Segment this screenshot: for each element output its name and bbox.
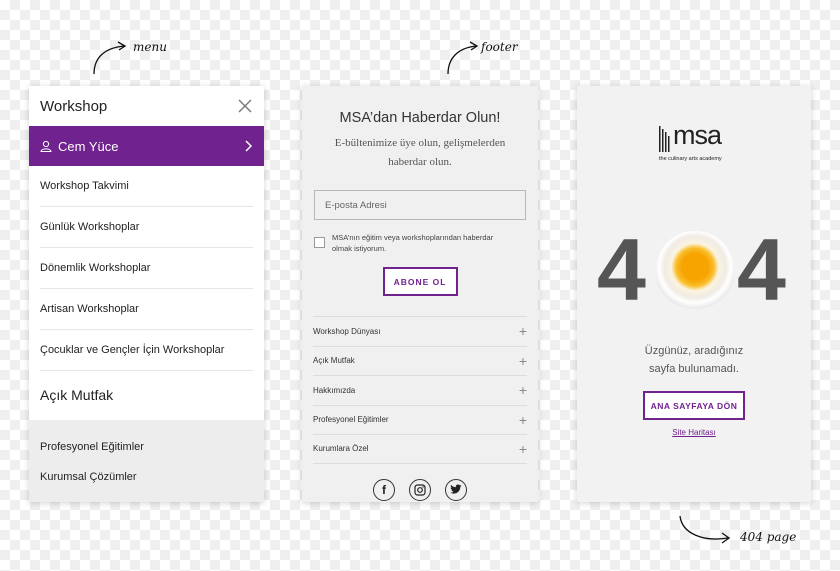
user-icon [40,140,52,152]
accordion-item-kurumlara-ozel[interactable]: Kurumlara Özel + [313,434,527,464]
menu-item-donemlik-workshoplar[interactable]: Dönemlik Workshoplar [40,248,253,289]
accordion-label: Kurumlara Özel [313,444,369,454]
menu-item-artisan-workshoplar[interactable]: Artisan Workshoplar [40,289,253,330]
menu-item-gunluk-workshoplar[interactable]: Günlük Workshoplar [40,207,253,248]
logo-tagline: the culinary arts academy [659,156,722,162]
page-404-panel: msa the culinary arts academy 4 4 Üzgünü… [577,86,811,502]
consent-row: MSA’nın eğitim veya workshoplarından hab… [314,232,538,254]
404-annotation: 404 page [740,530,797,544]
plus-icon: + [518,411,527,428]
error-message: Üzgünüz, aradığınız sayfa bulunamadı. [644,345,744,375]
footer-panel: MSA’dan Haberdar Olun! E-bültenimize üye… [302,86,538,502]
accordion-label: Workshop Dünyası [313,326,381,336]
footer-accordion: Workshop Dünyası + Açık Mutfak + Hakkımı… [313,316,527,464]
accordion-item-profesyonel-egitimler[interactable]: Profesyonel Eğitimler + [313,404,527,435]
menu-item-cocuklar-ve-gencler[interactable]: Çocuklar ve Gençler İçin Workshoplar [40,330,253,371]
plus-icon: + [518,352,527,369]
menu-header: Workshop [29,86,264,126]
logo-wordmark: msa [673,120,722,150]
accordion-label: Hakkımızda [313,385,356,395]
menu-item-workshop-takvimi[interactable]: Workshop Takvimi [40,166,253,207]
accordion-label: Açık Mutfak [313,356,355,366]
consent-checkbox[interactable] [314,237,325,248]
email-field[interactable] [314,190,526,220]
footer-annotation: footer [481,40,518,54]
menu-item-kurumsal-cozumler[interactable]: Kurumsal Çözümler [40,462,253,492]
accordion-item-acik-mutfak[interactable]: Açık Mutfak + [313,345,527,376]
error-digit-right: 4 [737,220,786,319]
menu-item-profesyonel-egitimler[interactable]: Profesyonel Eğitimler [40,432,253,462]
egg-zero-image [655,231,735,311]
twitter-glyph [450,484,462,494]
consent-label: MSA’nın eğitim veya workshoplarından hab… [332,233,494,253]
chevron-right-icon [245,140,253,152]
404-arrow-icon [679,515,731,544]
plus-icon: + [518,440,527,457]
newsletter-description: E-bültenimize üye olun, gelişmelerden ha… [334,137,506,168]
menu-title: Workshop [40,97,108,115]
home-button[interactable]: ANA SAYFAYA DÖN [643,391,745,420]
accordion-label: Profesyonel Eğitimler [313,415,389,425]
sitemap-link[interactable]: Site Haritası [577,428,811,437]
accordion-item-workshop-dunyasi[interactable]: Workshop Dünyası + [313,316,527,346]
newsletter-title: MSA’dan Haberdar Olun! [339,110,501,126]
close-icon[interactable] [237,98,253,114]
facebook-glyph: f [382,482,386,497]
user-name: Cem Yüce [58,138,119,154]
instagram-icon[interactable] [409,478,431,501]
twitter-icon[interactable] [445,478,467,501]
menu-list: Workshop Takvimi Günlük Workshoplar Döne… [29,166,264,419]
menu-arrow-icon [93,41,127,75]
error-digit-left: 4 [597,220,646,319]
menu-bottom-section: Profesyonel Eğitimler Kurumsal Çözümler [29,420,264,502]
mobile-menu-panel: Workshop Cem Yüce Workshop Takvimi Günlü… [29,86,264,502]
msa-logo[interactable]: msa the culinary arts academy [659,120,731,168]
instagram-glyph [414,483,426,496]
social-links: f [302,478,538,501]
menu-annotation: menu [133,40,167,54]
subscribe-button[interactable]: ABONE OL [382,267,458,296]
plus-icon: + [518,382,527,399]
accordion-item-hakkimizda[interactable]: Hakkımızda + [313,375,527,405]
logo-mark-icon [659,126,670,152]
user-account-bar[interactable]: Cem Yüce [29,126,264,166]
facebook-icon[interactable]: f [373,478,395,501]
plus-icon: + [518,323,527,340]
menu-section-acik-mutfak[interactable]: Açık Mutfak [40,371,253,419]
